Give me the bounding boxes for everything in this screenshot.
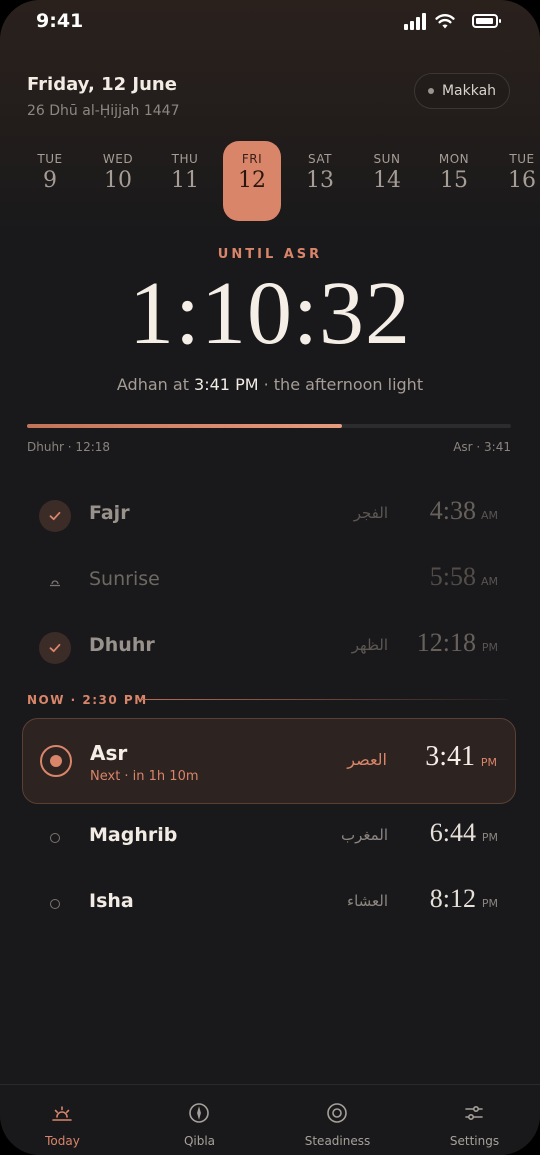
prayer-time: 8:12 [429,884,476,913]
status-bar: 9:41 [0,0,540,50]
tab-label: Settings [449,1134,500,1148]
prayer-time: 4:38 [429,496,476,525]
checkmark-icon [39,500,71,532]
prayer-progress-bar [27,424,511,428]
app-screen: 9:41 Friday, 12 June 26 Dhū al-Ḥijjah 14… [0,0,540,1155]
prayer-name: Fajr [89,502,130,524]
day-number: 16 [508,168,536,193]
progress-end-label: Asr · 3:41 [453,440,511,454]
day-name: MON [438,152,470,166]
day-number: 10 [104,168,132,193]
day-tue-16[interactable]: TUE 16 [493,141,540,221]
tab-qibla[interactable]: Qibla [132,1085,267,1155]
day-name: FRI [241,152,263,166]
sunrise-icon [52,1106,72,1121]
day-name: SAT [308,152,332,166]
prayer-arabic: العصر [347,750,387,769]
prayer-time: 3:41 [425,741,475,772]
prayer-ampm: PM [481,641,498,654]
prayer-ampm: PM [480,756,497,769]
day-sun-14[interactable]: SUN 14 [358,141,416,221]
day-tue-9[interactable]: TUE 9 [21,141,79,221]
day-sat-13[interactable]: SAT 13 [291,141,349,221]
prayer-row-fajr[interactable]: Fajr الفجر 4:38 AM [22,484,516,548]
prayer-name: Maghrib [89,824,178,846]
adhan-prefix: Adhan at [116,375,195,394]
day-name: TUE [37,152,63,166]
adhan-time: 3:41 PM [194,375,259,394]
sliders-icon [465,1106,483,1121]
day-fri-12-selected[interactable]: FRI 12 [223,141,281,221]
prayer-row-dhuhr[interactable]: Dhuhr الظهر 12:18 PM [22,616,516,680]
tab-today[interactable]: Today [0,1085,130,1155]
prayer-ampm: PM [481,897,498,910]
prayer-name: Sunrise [89,568,160,590]
prayer-row-isha[interactable]: Isha العشاء 8:12 PM [22,872,516,936]
day-number: 9 [43,168,57,193]
prayer-row-maghrib[interactable]: Maghrib المغرب 6:44 PM [22,806,516,870]
battery-icon [472,14,501,28]
prayer-name: Dhuhr [89,634,155,656]
adhan-suffix: · the afternoon light [258,375,424,394]
upcoming-dot-icon [39,888,71,920]
prayer-row-sunrise[interactable]: Sunrise 5:58 AM [22,550,516,614]
hijri-date: 26 Dhū al-Ḥijjah 1447 [27,103,180,119]
adhan-info: Adhan at 3:41 PM · the afternoon light [0,375,540,394]
day-mon-15[interactable]: MON 15 [425,141,483,221]
day-name: SUN [373,152,401,166]
tab-bar: Today Qibla Steadiness Settings [0,1084,540,1155]
compass-icon [189,1103,209,1123]
prayer-arabic: العشاء [347,892,388,910]
day-number: 14 [373,168,401,193]
location-label: Makkah [441,83,497,99]
location-dot-icon [427,88,434,94]
now-divider [138,699,508,700]
prayer-ampm: PM [481,831,498,844]
tab-steadiness[interactable]: Steadiness [270,1085,405,1155]
prayer-time: 6:44 [429,818,476,847]
day-number: 11 [171,168,199,193]
tab-label: Qibla [183,1134,216,1148]
prayer-arabic: الظهر [351,636,388,654]
tab-settings[interactable]: Settings [407,1085,540,1155]
upcoming-dot-icon [39,822,71,854]
signal-icon [404,13,428,30]
prayer-name: Asr [90,741,128,765]
location-button[interactable]: Makkah [414,73,510,109]
prayer-name: Isha [89,890,134,912]
next-prayer-countdown: Next · in 1h 10m [90,769,199,784]
prayer-arabic: الفجر [353,504,388,522]
day-name: THU [171,152,199,166]
day-thu-11[interactable]: THU 11 [156,141,214,221]
prayer-ampm: AM [480,575,498,588]
prayer-time: 12:18 [416,628,476,657]
day-number: 13 [306,168,334,193]
prayer-arabic: المغرب [340,826,388,844]
progress-start-label: Dhuhr · 12:18 [27,440,111,454]
prayer-row-asr-current[interactable]: Asr Next · in 1h 10m العصر 3:41 PM [22,718,516,804]
checkmark-icon [39,632,71,664]
day-wed-10[interactable]: WED 10 [89,141,147,221]
day-number: 15 [440,168,468,193]
progress-fill [27,424,342,428]
tab-label: Steadiness [304,1134,371,1148]
tab-label: Today [45,1134,80,1148]
prayer-time: 5:58 [429,562,476,591]
current-prayer-icon [40,745,72,777]
day-name: WED [102,152,134,166]
page-title: Friday, 12 June [27,74,177,95]
wifi-icon [435,14,455,29]
countdown-timer: 1:10:32 [128,264,411,363]
day-name: TUE [509,152,535,166]
prayer-ampm: AM [480,509,498,522]
day-number: 12 [238,168,266,193]
countdown-label: UNTIL ASR [217,247,323,262]
now-label: NOW · 2:30 PM [27,693,148,707]
target-icon [327,1103,347,1123]
status-time: 9:41 [36,10,84,32]
sunrise-small-icon [39,566,71,598]
